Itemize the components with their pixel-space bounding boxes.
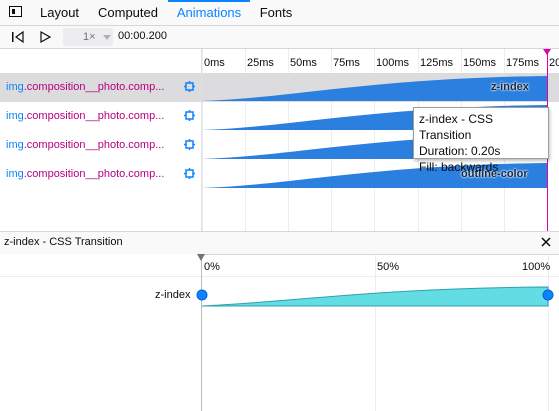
time-tick: 150ms [463,57,497,69]
select-node-icon[interactable] [184,81,195,92]
keyframe-marker[interactable] [542,289,554,301]
chevron-down-icon [103,35,111,40]
playback-rate-select[interactable]: 1× [63,28,113,46]
tab-fonts[interactable]: Fonts [259,0,293,25]
tab-layout[interactable]: Layout [40,0,79,25]
animation-detail-header: z-index - CSS Transition [0,231,559,255]
sidebar-tabs-bar: Layout Computed Animations Fonts [0,0,559,26]
animation-target-name[interactable]: img.composition__photo.comp... [6,139,164,151]
time-tick: 0ms [204,57,225,69]
time-tick: 100ms [376,57,410,69]
tooltip-duration: Duration: 0.20s [419,144,501,158]
select-node-icon[interactable] [184,139,195,150]
animation-tooltip: z-index - CSS Transition Duration: 0.20s… [413,107,549,174]
keyframes-graph[interactable] [195,254,559,314]
keyframes-property-name: z-index [155,289,191,301]
play-button[interactable] [36,28,56,46]
playhead-handle[interactable] [543,49,551,55]
animation-target-name[interactable]: img.composition__photo.comp... [6,110,164,122]
animation-detail-panel: 0% 50% 100% z-index [0,254,559,411]
time-tick: 75ms [333,57,360,69]
animation-row[interactable]: img.composition__photo.comp... z-index [0,73,559,102]
animation-target-name[interactable]: img.composition__photo.comp... [6,81,164,93]
animation-toolbar: 1× 00:00.200 [0,26,559,49]
keyframe-marker[interactable] [196,289,208,301]
select-node-icon[interactable] [184,110,195,121]
select-node-icon[interactable] [184,168,195,179]
rewind-button[interactable] [8,28,28,46]
close-icon[interactable] [538,234,554,250]
time-tick: 50ms [290,57,317,69]
time-tick: 125ms [420,57,454,69]
tooltip-fill: Fill: backwards [419,160,499,174]
tab-animations[interactable]: Animations [168,0,250,25]
animation-property-label: z-index [491,81,529,93]
playback-rate-value: 1× [83,31,96,43]
toggle-sidebar-icon[interactable] [9,6,22,17]
current-time-label: 00:00.200 [118,30,167,42]
tab-computed[interactable]: Computed [98,0,158,25]
time-tick: 175ms [506,57,540,69]
time-tick: 20 [549,57,559,69]
animation-target-name[interactable]: img.composition__photo.comp... [6,168,164,180]
tooltip-title: z-index - CSS Transition [419,112,494,142]
rewind-icon [12,30,24,44]
time-tick: 25ms [247,57,274,69]
detail-title: z-index - CSS Transition [4,236,123,248]
play-icon [40,30,52,44]
